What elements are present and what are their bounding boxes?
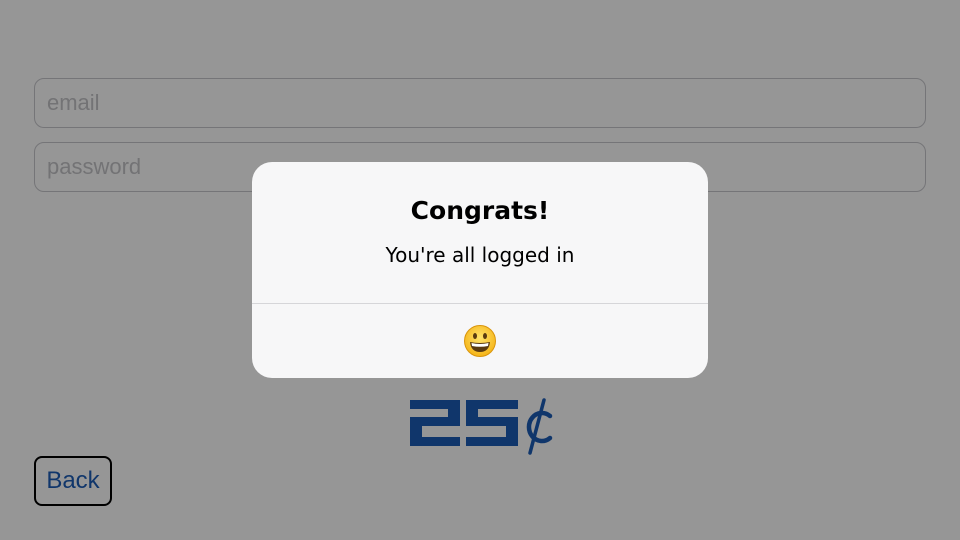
alert-dialog: Congrats! You're all logged in xyxy=(252,162,708,378)
alert-title: Congrats! xyxy=(410,196,550,225)
alert-message: You're all logged in xyxy=(385,243,575,267)
grinning-face-icon xyxy=(464,325,496,357)
alert-dismiss-button[interactable] xyxy=(252,304,708,378)
